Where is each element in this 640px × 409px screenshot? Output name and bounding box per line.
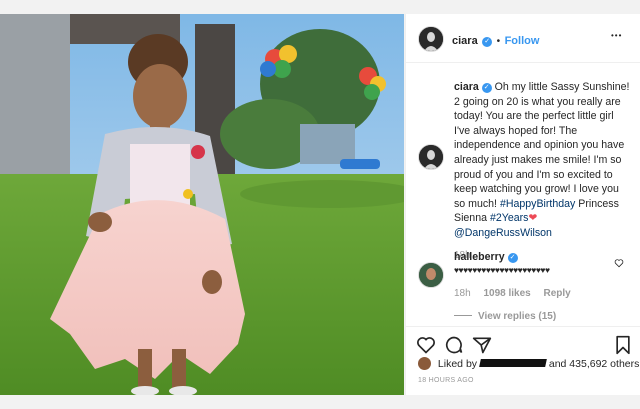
caption-username[interactable]: ciara <box>454 81 479 93</box>
caption-avatar[interactable] <box>418 144 444 170</box>
hashtag-link[interactable]: #HappyBirthday <box>500 198 575 210</box>
comment-time: 18h <box>454 288 471 299</box>
liked-by-prefix: Liked by <box>437 358 478 370</box>
post-header: ciara ✓ • Follow ••• <box>406 14 640 63</box>
liker-avatar[interactable] <box>418 357 431 370</box>
comment-avatar[interactable] <box>418 262 444 288</box>
mention-link[interactable]: @DangeRussWilson <box>454 227 552 239</box>
reply-button[interactable]: Reply <box>544 288 571 299</box>
view-replies-button[interactable]: View replies (15) <box>454 311 624 322</box>
divider <box>454 315 472 316</box>
comment: halleberry ✓ ♥♥♥♥♥♥♥♥♥♥♥♥♥♥♥♥♥♥♥♥♥ 18h 1… <box>454 250 624 322</box>
comment-likes[interactable]: 1098 likes <box>483 288 530 299</box>
post-timestamp: 18 HOURS AGO <box>418 377 474 384</box>
follow-button[interactable]: Follow <box>505 35 540 47</box>
redacted-username <box>479 359 547 367</box>
post-photo[interactable] <box>0 14 404 395</box>
photo-girl-in-tutu <box>0 14 404 395</box>
hashtag-link[interactable]: #2Years <box>490 212 529 224</box>
caption: ciara ✓ Oh my little Sassy Sunshine! 2 g… <box>454 80 632 263</box>
view-replies-label: View replies (15) <box>478 311 557 322</box>
avatar-silhouette-icon <box>419 27 443 51</box>
post-username[interactable]: ciara <box>452 35 478 47</box>
verified-badge-icon: ✓ <box>481 83 492 93</box>
more-options-icon[interactable]: ••• <box>611 31 622 40</box>
caption-text: Oh my little Sassy Sunshine! 2 going on … <box>454 81 630 210</box>
liked-by: Liked by and 435,692 others <box>418 357 639 370</box>
comment-username[interactable]: halleberry <box>454 251 505 263</box>
verified-badge-icon: ✓ <box>482 37 493 47</box>
avatar-photo-icon <box>419 263 443 287</box>
verified-badge-icon: ✓ <box>507 253 518 263</box>
post-panel: ciara ✓ • Follow ••• ciara ✓ Oh my littl… <box>405 14 640 395</box>
avatar-silhouette-icon <box>419 145 443 169</box>
comment-like-heart-icon[interactable] <box>614 255 624 273</box>
comment-text: ♥♥♥♥♥♥♥♥♥♥♥♥♥♥♥♥♥♥♥♥♥ <box>454 265 550 275</box>
heart-emoji: ❤ <box>528 212 538 225</box>
avatar[interactable] <box>418 26 444 52</box>
liked-by-count[interactable]: and 435,692 others <box>549 358 640 370</box>
separator: • <box>496 36 501 47</box>
